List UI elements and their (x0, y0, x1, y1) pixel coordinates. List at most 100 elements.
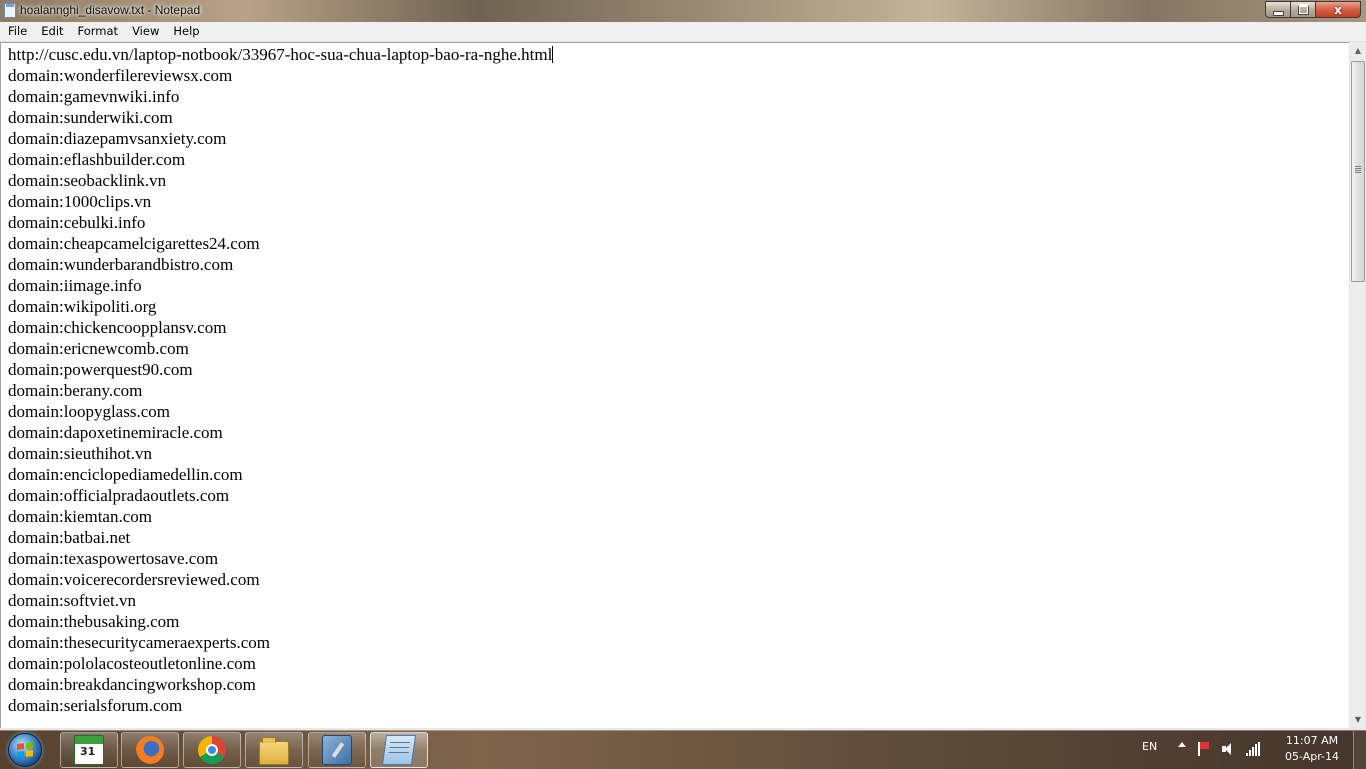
tool-icon (322, 735, 352, 765)
start-button[interactable] (4, 732, 46, 768)
menu-edit[interactable]: Edit (34, 22, 70, 41)
text-line: domain:officialpradaoutlets.com (8, 485, 553, 506)
line-text: domain:texaspowertosave.com (8, 549, 219, 568)
menu-help[interactable]: Help (166, 22, 206, 41)
text-line: domain:kiemtan.com (8, 506, 553, 527)
text-line: domain:serialsforum.com (8, 695, 553, 716)
clock-date: 05-Apr-14 (1284, 750, 1340, 763)
line-text: domain:voicerecordersreviewed.com (8, 570, 260, 589)
text-line: domain:sunderwiki.com (8, 107, 553, 128)
taskbar-button-tool[interactable] (308, 732, 366, 768)
show-desktop-button[interactable] (1353, 731, 1366, 769)
text-line: domain:ericnewcomb.com (8, 338, 553, 359)
line-text: domain:iimage.info (8, 276, 142, 295)
text-line: domain:chickencoopplansv.com (8, 317, 553, 338)
line-text: domain:dapoxetinemiracle.com (8, 423, 223, 442)
maximize-button[interactable] (1291, 1, 1316, 18)
language-indicator[interactable]: EN (1142, 740, 1157, 753)
line-text: domain:wunderbarandbistro.com (8, 255, 234, 274)
document-lines: http://cusc.edu.vn/laptop-notbook/33967-… (8, 44, 554, 716)
folder-icon (259, 737, 289, 765)
text-editor[interactable]: http://cusc.edu.vn/laptop-notbook/33967-… (0, 42, 1349, 728)
text-line: domain:pololacosteoutletonline.com (8, 653, 553, 674)
vertical-scrollbar[interactable]: ▲ ▼ (1349, 42, 1366, 728)
line-text: domain:berany.com (8, 381, 143, 400)
line-text: domain:eflashbuilder.com (8, 150, 186, 169)
line-text: domain:loopyglass.com (8, 402, 170, 421)
text-line: domain:sieuthihot.vn (8, 443, 553, 464)
text-line: domain:voicerecordersreviewed.com (8, 569, 553, 590)
line-text: domain:softviet.vn (8, 591, 136, 610)
text-line: domain:batbai.net (8, 527, 553, 548)
line-text: domain:ericnewcomb.com (8, 339, 189, 358)
firefox-icon (136, 736, 164, 764)
close-button[interactable]: x (1316, 1, 1361, 18)
text-line: domain:wunderbarandbistro.com (8, 254, 553, 275)
line-text: domain:powerquest90.com (8, 360, 193, 379)
taskbar-button-calendar[interactable] (60, 732, 118, 768)
minimize-button[interactable] (1265, 1, 1291, 18)
show-hidden-icons-icon[interactable] (1178, 742, 1186, 747)
text-line: domain:thebusaking.com (8, 611, 553, 632)
minimize-icon (1272, 10, 1284, 16)
title-bar[interactable]: hoalannghi_disavow.txt - Notepad x (0, 0, 1366, 22)
system-tray: EN 11:07 AM 05-Apr-14 (1136, 731, 1366, 769)
network-signal-icon[interactable] (1246, 742, 1260, 756)
text-line: domain:eflashbuilder.com (8, 149, 553, 170)
text-line: domain:softviet.vn (8, 590, 553, 611)
menu-view[interactable]: View (125, 22, 166, 41)
text-line: domain:wikipoliti.org (8, 296, 553, 317)
line-text: domain:enciclopediamedellin.com (8, 465, 243, 484)
volume-icon[interactable] (1222, 742, 1236, 756)
window-title: hoalannghi_disavow.txt - Notepad (20, 3, 201, 17)
line-text: domain:seobacklink.vn (8, 171, 167, 190)
line-text: domain:gamevnwiki.info (8, 87, 180, 106)
text-line: domain:texaspowertosave.com (8, 548, 553, 569)
menu-bar: File Edit Format View Help (0, 22, 1366, 42)
restore-icon (1297, 4, 1309, 15)
scrollbar-thumb[interactable] (1351, 61, 1365, 282)
notepad-app-icon[interactable] (4, 3, 16, 18)
taskbar-button-notepad[interactable] (370, 732, 428, 768)
text-line: domain:cebulki.info (8, 212, 553, 233)
line-text: domain:breakdancingworkshop.com (8, 675, 256, 694)
line-text: http://cusc.edu.vn/laptop-notbook/33967-… (8, 45, 553, 64)
text-line: domain:thesecuritycameraexperts.com (8, 632, 553, 653)
close-icon: x (1334, 2, 1342, 17)
text-line: domain:berany.com (8, 380, 553, 401)
taskbar-button-firefox[interactable] (121, 732, 179, 768)
text-line: domain:iimage.info (8, 275, 553, 296)
notepad-icon (381, 735, 417, 765)
line-text: domain:1000clips.vn (8, 192, 152, 211)
line-text: domain:batbai.net (8, 528, 131, 547)
text-line: domain:powerquest90.com (8, 359, 553, 380)
text-line: domain:dapoxetinemiracle.com (8, 422, 553, 443)
scroll-down-button[interactable]: ▼ (1350, 711, 1366, 728)
action-center-flag-icon[interactable] (1198, 742, 1214, 756)
text-line: domain:diazepamvsanxiety.com (8, 128, 553, 149)
line-text: domain:pololacosteoutletonline.com (8, 654, 256, 673)
line-text: domain:wikipoliti.org (8, 297, 157, 316)
taskbar-button-explorer[interactable] (245, 732, 303, 768)
line-text: domain:sieuthihot.vn (8, 444, 153, 463)
text-line: domain:breakdancingworkshop.com (8, 674, 553, 695)
line-text: domain:sunderwiki.com (8, 108, 173, 127)
menu-file[interactable]: File (0, 22, 34, 41)
window-controls: x (1265, 1, 1361, 19)
scroll-up-button[interactable]: ▲ (1350, 42, 1366, 59)
menu-format[interactable]: Format (71, 22, 126, 41)
chrome-icon (198, 736, 226, 764)
line-text: domain:thesecuritycameraexperts.com (8, 633, 270, 652)
text-line: domain:gamevnwiki.info (8, 86, 553, 107)
line-text: domain:chickencoopplansv.com (8, 318, 227, 337)
line-text: domain:cheapcamelcigarettes24.com (8, 234, 260, 253)
line-text: domain:diazepamvsanxiety.com (8, 129, 227, 148)
text-line: domain:1000clips.vn (8, 191, 553, 212)
line-text: domain:thebusaking.com (8, 612, 180, 631)
clock[interactable]: 11:07 AM 05-Apr-14 (1276, 733, 1348, 765)
text-caret (552, 46, 554, 63)
windows-start-icon (8, 733, 42, 767)
calendar-icon (74, 735, 104, 765)
line-text: domain:officialpradaoutlets.com (8, 486, 230, 505)
taskbar-button-chrome[interactable] (183, 732, 241, 768)
